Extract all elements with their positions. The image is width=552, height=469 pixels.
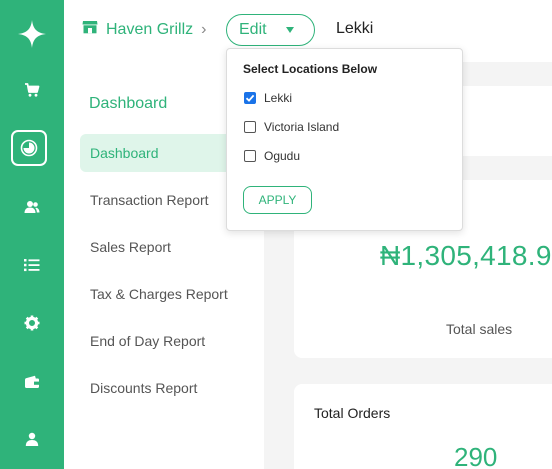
location-option-label: Ogudu [264,149,301,163]
sidebar-title: Dashboard [89,95,168,112]
sidebar-item-label: Discounts Report [90,380,198,396]
sidebar-item-label: End of Day Report [90,333,206,349]
icon-rail [0,0,64,469]
sidebar-item-label: Sales Report [90,239,171,255]
location-dropdown: Select Locations Below Lekki Victoria Is… [226,48,463,231]
total-orders-value: 290 [454,442,498,469]
sidebar-item-discounts-report[interactable]: Discounts Report [80,369,264,407]
sparkle-logo-icon[interactable] [12,14,52,54]
location-option-victoria-island[interactable]: Victoria Island [244,120,339,134]
checkbox[interactable] [244,121,256,133]
checkbox-checked[interactable] [244,92,256,104]
sidebar-item-label: Dashboard [90,145,159,161]
total-sales-value: ₦1,305,418.9 [380,240,552,271]
store-icon [82,20,98,39]
caret-down-icon [286,27,294,33]
wallet-icon[interactable] [10,364,54,400]
location-option-label: Victoria Island [264,120,340,134]
edit-button-label: Edit [239,21,267,38]
current-location: Lekki [336,20,374,37]
location-option-label: Lekki [264,91,293,105]
location-option-ogudu[interactable]: Ogudu [244,149,300,163]
location-option-lekki[interactable]: Lekki [244,91,292,105]
total-sales-label: Total sales [446,321,513,337]
dropdown-title: Select Locations Below [243,62,378,76]
sidebar-item-label: Tax & Charges Report [90,286,228,302]
checkbox[interactable] [244,150,256,162]
chevron-right-icon: › [201,20,207,38]
list-icon[interactable] [10,247,54,283]
store-name-link[interactable]: Haven Grillz [106,21,193,39]
sidebar-item-tax-charges-report[interactable]: Tax & Charges Report [80,275,264,313]
sidebar-item-sales-report[interactable]: Sales Report [80,228,264,266]
gear-icon[interactable] [10,305,54,341]
total-orders-title: Total Orders [314,405,391,421]
pie-chart-icon[interactable] [11,130,47,166]
user-icon[interactable] [10,421,54,457]
total-orders-card: Total Orders 290 [294,384,552,469]
sidebar-item-end-of-day-report[interactable]: End of Day Report [80,322,264,360]
edit-location-button[interactable]: Edit [226,14,315,46]
breadcrumb: Haven Grillz › [82,20,206,39]
sidebar-item-label: Transaction Report [90,192,209,208]
users-icon[interactable] [10,189,54,225]
cart-icon[interactable] [10,72,54,108]
apply-button[interactable]: APPLY [243,186,312,214]
